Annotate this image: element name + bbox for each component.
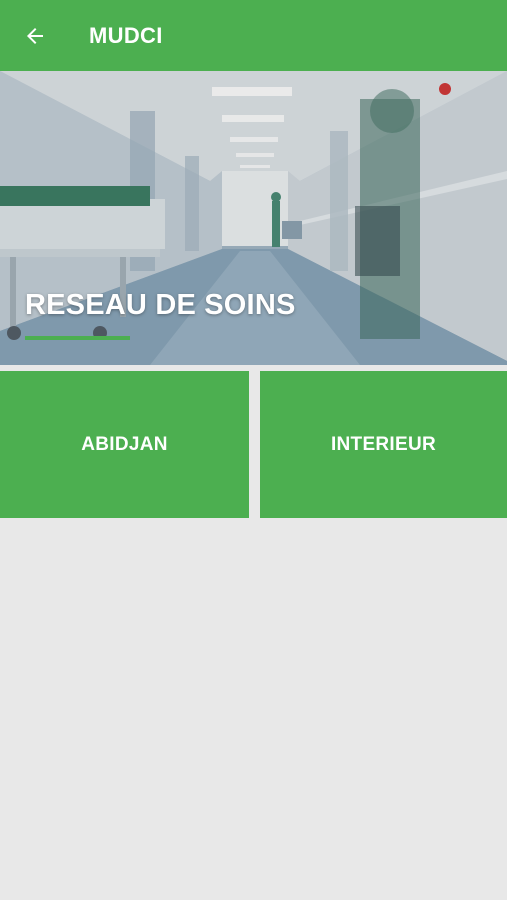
region-tile-label: INTERIEUR [330,433,437,455]
region-tile-interieur[interactable]: INTERIEUR [260,371,507,518]
region-tile-abidjan[interactable]: ABIDJAN [0,371,249,518]
back-button[interactable] [0,0,71,71]
app-title: MUDCI [89,22,163,48]
hero-title: RESEAU DE SOINS [25,289,296,321]
region-tile-label: ABIDJAN [81,433,168,455]
app-bar: MUDCI [0,0,507,71]
hero-title-underline [25,336,130,340]
arrow-left-icon [26,27,43,44]
hero-banner: RESEAU DE SOINS [0,71,507,365]
